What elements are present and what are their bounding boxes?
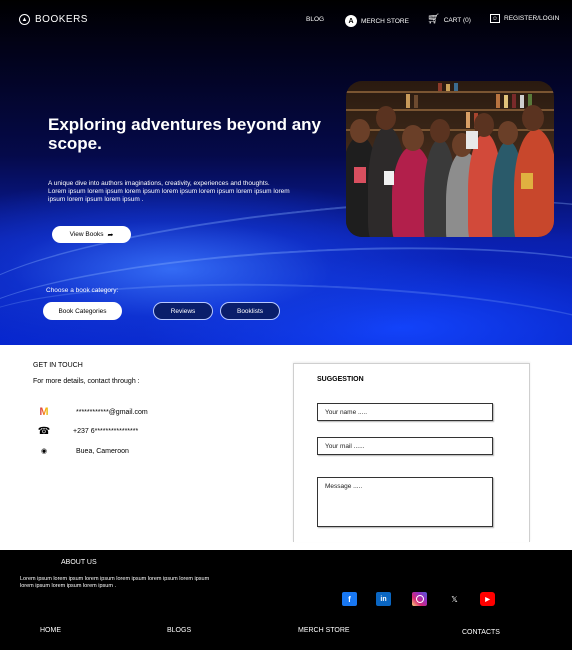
nav-merch-label: MERCH STORE (361, 17, 409, 25)
footer: ABOUT US Lorem ipsum lorem ipsum lorem i… (0, 550, 572, 650)
reviews-button[interactable]: Reviews (153, 302, 213, 320)
x-icon[interactable]: 𝕏 (447, 592, 462, 606)
location-text: Buea, Cameroon (76, 447, 129, 455)
linkedin-icon[interactable]: in (376, 592, 391, 606)
view-books-label: View Books (69, 231, 104, 238)
nav-cart-label: CART (0) (443, 16, 471, 24)
hero-description: A unique dive into authors imaginations,… (48, 180, 303, 203)
nav-merch-store[interactable]: A MERCH STORE (345, 15, 409, 27)
youtube-icon[interactable]: ▶ (480, 592, 495, 606)
choose-category-label: Choose a book category: (46, 287, 119, 294)
view-books-button[interactable]: View Books ➦ (52, 226, 131, 243)
contact-phone[interactable]: ☎ +237 6**************** (36, 425, 138, 437)
phone-text: +237 6**************** (73, 427, 139, 435)
footer-home-link[interactable]: HOME (40, 627, 61, 634)
contact-location: ◉ Buea, Cameroon (36, 445, 129, 457)
about-us-text: Lorem ipsum lorem ipsum lorem ipsum lore… (20, 576, 210, 589)
name-input[interactable]: Your name ..... (317, 403, 493, 421)
contact-subtitle: For more details, contact through : (33, 378, 140, 385)
email-text: ************@gmail.com (76, 408, 148, 416)
nav-register-login[interactable]: ☺ REGISTER/LOGIN (490, 14, 559, 23)
book-logo-icon: ▲ (19, 14, 30, 25)
brand-name: BOOKERS (35, 14, 88, 25)
brand-logo[interactable]: ▲ BOOKERS (19, 14, 88, 25)
footer-contacts-link[interactable]: CONTACTS (462, 629, 500, 636)
about-us-heading: ABOUT US (61, 559, 97, 566)
nav-cart[interactable]: 🛒︎ CART (0) (427, 15, 471, 25)
book-club-photo (346, 81, 554, 237)
book-categories-button[interactable]: Book Categories (43, 302, 122, 320)
cart-icon: 🛒︎ (427, 14, 440, 25)
get-in-touch-heading: GET IN TOUCH (33, 362, 83, 369)
booklists-button[interactable]: Booklists (220, 302, 280, 320)
nav-register-label: REGISTER/LOGIN (504, 15, 560, 22)
location-pin-icon: ◉ (40, 448, 48, 455)
hero-description-text: A unique dive into authors imaginations,… (48, 180, 290, 203)
footer-blogs-link[interactable]: BLOGS (167, 627, 191, 634)
nav-blog-label: BLOG (306, 16, 325, 23)
facebook-icon[interactable]: f (342, 592, 357, 606)
instagram-icon[interactable] (412, 592, 427, 606)
telephone-icon: ☎ (37, 425, 51, 437)
arrow-right-icon: ➦ (107, 231, 114, 239)
suggestion-heading: SUGGESTION (317, 376, 364, 383)
email-input[interactable]: Your mail ...... (317, 437, 493, 455)
contact-email[interactable]: M ************@gmail.com (36, 406, 148, 418)
merch-badge-icon: A (345, 15, 357, 27)
gmail-icon: M (36, 406, 52, 418)
message-textarea[interactable]: Message ..... (317, 477, 493, 527)
hero-section: ▲ BOOKERS BLOG A MERCH STORE 🛒︎ CART (0)… (0, 0, 572, 345)
footer-merch-link[interactable]: MERCH STORE (298, 627, 350, 634)
nav-blog[interactable]: BLOG (306, 16, 324, 23)
hero-headline: Exploring adventures beyond any scope. (48, 115, 322, 153)
user-icon: ☺ (490, 14, 500, 23)
